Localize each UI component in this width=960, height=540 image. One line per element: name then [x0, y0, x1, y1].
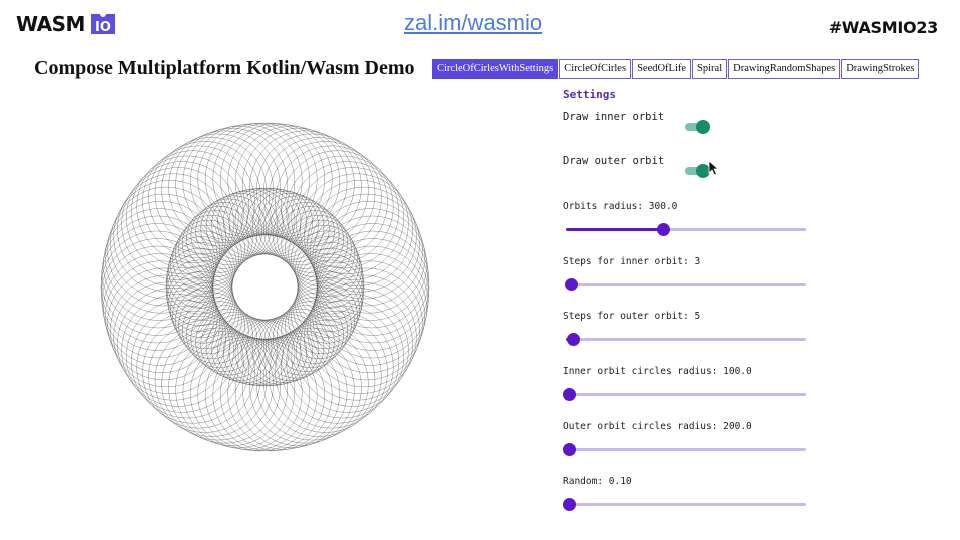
hashtag: #WASMIO23 — [828, 18, 939, 37]
slider-knob[interactable] — [563, 443, 576, 456]
slider-knob[interactable] — [657, 223, 670, 236]
toggle-label: Draw inner orbit — [563, 111, 665, 123]
slider-label: Inner orbit circles radius: 100.0 — [563, 366, 752, 377]
slider-label: Steps for outer orbit: 5 — [563, 311, 701, 322]
orbit-circle — [295, 236, 362, 303]
setting-slider[interactable] — [566, 333, 806, 347]
slider-row: Outer orbit circles radius: 200.0 — [563, 421, 823, 476]
setting-slider[interactable] — [565, 278, 806, 292]
slider-rail — [566, 448, 806, 451]
svg-text:IO: IO — [95, 20, 111, 35]
orbit-circle — [103, 253, 216, 366]
wasm-io-badge-icon: IO — [90, 14, 115, 35]
slider-label: Steps for inner orbit: 3 — [563, 256, 701, 267]
tab-bar: CircleOfCirlesWithSettings CircleOfCirles… — [432, 59, 920, 79]
mouse-cursor-icon — [708, 160, 720, 176]
toggle-label: Draw outer orbit — [563, 155, 665, 167]
logo-text: WASM — [16, 12, 85, 36]
slider-row: Inner orbit circles radius: 100.0 — [563, 366, 823, 421]
slider-row: Steps for inner orbit: 3 — [563, 256, 823, 311]
tab-drawingstrokes[interactable]: DrawingStrokes — [841, 59, 920, 79]
orbit-circle — [316, 238, 429, 351]
orbit-circle — [314, 208, 427, 321]
slider-row: Steps for outer orbit: 5 — [563, 311, 823, 366]
orbit-circle — [100, 230, 214, 344]
orbit-circle — [295, 271, 362, 338]
orbit-circle — [103, 208, 216, 321]
toggle-row: Draw inner orbit — [563, 111, 823, 155]
event-link[interactable]: zal.im/wasmio — [404, 10, 542, 36]
slide-header: WASM IO zal.im/wasmio #WASMIO23 — [0, 0, 960, 48]
slider-label: Random: 0.10 — [563, 476, 632, 487]
tab-circleofcirleswithsettings[interactable]: CircleOfCirlesWithSettings — [432, 59, 559, 79]
orbit-circle — [168, 271, 235, 338]
tab-circleofcirles[interactable]: CircleOfCirles — [559, 59, 632, 79]
orbit-circle — [316, 223, 429, 336]
orbit-circle — [101, 238, 214, 351]
orbit-circle — [316, 230, 430, 344]
orbit-circle — [101, 223, 214, 336]
tab-seedoflife[interactable]: SeedOfLife — [632, 59, 692, 79]
setting-slider[interactable] — [563, 388, 806, 402]
setting-slider[interactable] — [566, 223, 806, 237]
tab-spiral[interactable]: Spiral — [692, 59, 728, 79]
slider-rail — [566, 393, 806, 396]
orbit-circle — [314, 253, 427, 366]
toggle-group: Draw inner orbit Draw outer orbit — [563, 111, 823, 199]
tab-drawingrandomshapes[interactable]: DrawingRandomShapes — [728, 59, 841, 79]
setting-slider[interactable] — [563, 498, 806, 512]
slider-rail — [566, 503, 806, 506]
draw-inner-orbit-switch[interactable] — [685, 120, 711, 134]
slider-knob[interactable] — [563, 498, 576, 511]
slider-fill — [566, 228, 660, 231]
circle-of-circles-canvas — [100, 122, 430, 452]
outer-orbit-ring — [100, 122, 430, 452]
settings-title: Settings — [563, 88, 616, 101]
slider-group: Orbits radius: 300.0 Steps for inner orbi… — [563, 201, 823, 531]
slider-label: Orbits radius: 300.0 — [563, 201, 678, 212]
slider-label: Outer orbit circles radius: 200.0 — [563, 421, 752, 432]
slider-knob[interactable] — [567, 333, 580, 346]
slider-row: Orbits radius: 300.0 — [563, 201, 823, 256]
slider-row: Random: 0.10 — [563, 476, 823, 531]
slider-knob[interactable] — [565, 278, 578, 291]
switch-thumb — [696, 120, 710, 134]
wasm-io-logo: WASM IO — [16, 11, 117, 37]
orbit-circle — [168, 236, 235, 303]
slider-knob[interactable] — [563, 388, 576, 401]
slider-rail — [566, 338, 806, 341]
slider-rail — [566, 283, 806, 286]
settings-panel: Settings Draw inner orbit Draw outer orbi… — [563, 88, 823, 531]
demo-title: Compose Multiplatform Kotlin/Wasm Demo — [34, 57, 415, 79]
toggle-row: Draw outer orbit — [563, 155, 823, 199]
setting-slider[interactable] — [563, 443, 806, 457]
